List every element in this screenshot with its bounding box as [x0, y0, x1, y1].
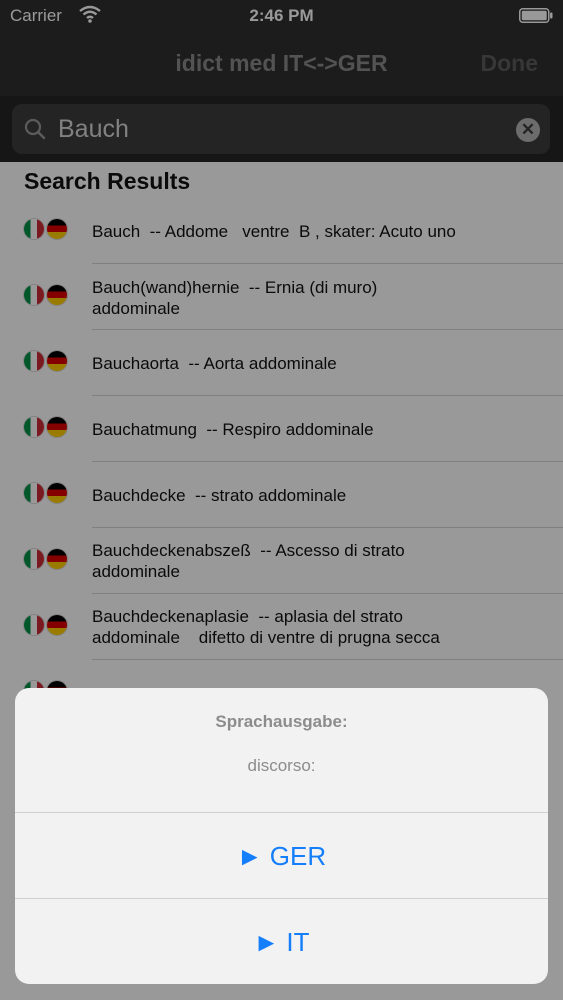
speak-german-button[interactable]: ► GER: [15, 813, 548, 899]
action-sheet-title: Sprachausgabe:: [215, 712, 348, 731]
action-sheet-message: discorso:: [247, 756, 316, 775]
speak-italian-button[interactable]: ► IT: [15, 899, 548, 984]
speech-action-sheet: Sprachausgabe: discorso: ► GER ► IT: [15, 688, 548, 984]
